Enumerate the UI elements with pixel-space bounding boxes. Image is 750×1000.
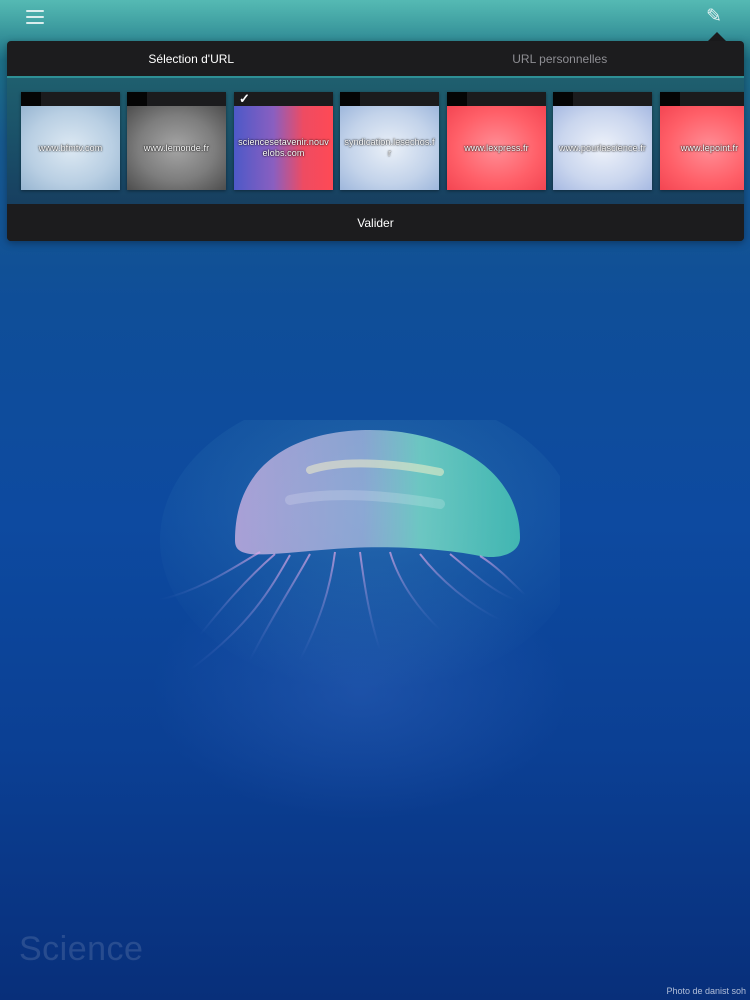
thumbnail-header	[553, 92, 652, 106]
tab-custom-urls[interactable]: URL personnelles	[376, 41, 745, 77]
thumbnail-preview: www.lepoint.fr	[660, 106, 744, 190]
url-thumbnail-lepoint[interactable]: www.lepoint.fr	[660, 92, 744, 190]
thumbnail-header: ✓	[234, 91, 333, 106]
url-thumbnail-lesechos[interactable]: syndication.lesechos.fr	[340, 92, 439, 190]
thumbnail-label: www.pourlascience.fr	[558, 142, 647, 153]
thumbnail-label: www.lexpress.fr	[464, 142, 529, 153]
tab-url-selection[interactable]: Sélection d'URL	[7, 41, 376, 77]
thumbnail-label: syndication.lesechos.fr	[344, 137, 435, 158]
url-thumbnail-strip[interactable]: www.bfmtv.com www.lemonde.fr ✓ sciencese…	[7, 78, 744, 204]
thumbnail-header	[447, 92, 546, 106]
thumbnail-preview: sciencesetavenir.nouvelobs.com	[234, 106, 333, 190]
thumbnail-corner	[447, 92, 467, 106]
category-title: Science	[19, 930, 144, 968]
validate-button[interactable]: Valider	[7, 204, 744, 241]
popover-tabs: Sélection d'URL URL personnelles	[7, 41, 744, 77]
thumbnail-header	[660, 92, 744, 106]
thumbnail-header	[127, 92, 226, 106]
url-thumbnail-lemonde[interactable]: www.lemonde.fr	[127, 92, 226, 190]
url-thumbnail-sciencesetavenir[interactable]: ✓ sciencesetavenir.nouvelobs.com	[234, 91, 333, 190]
pencil-edit-icon[interactable]: ✎	[703, 6, 725, 28]
thumbnail-corner	[21, 92, 41, 106]
popover-arrow	[708, 32, 726, 41]
check-icon: ✓	[239, 91, 250, 106]
thumbnail-label: sciencesetavenir.nouvelobs.com	[238, 137, 329, 158]
url-thumbnail-lexpress[interactable]: www.lexpress.fr	[447, 92, 546, 190]
jellyfish-background-image	[159, 420, 560, 690]
menu-line	[26, 10, 44, 12]
thumbnail-corner	[660, 92, 680, 106]
thumbnail-preview: www.bfmtv.com	[21, 106, 120, 190]
thumbnail-label: www.bfmtv.com	[38, 142, 103, 153]
thumbnail-corner	[553, 92, 573, 106]
thumbnail-header	[21, 92, 120, 106]
thumbnail-preview: www.lexpress.fr	[447, 106, 546, 190]
menu-line	[26, 16, 44, 18]
thumbnail-preview: www.lemonde.fr	[127, 106, 226, 190]
thumbnail-corner	[340, 92, 360, 106]
hamburger-menu-icon[interactable]	[26, 10, 44, 24]
thumbnail-corner	[127, 92, 147, 106]
url-thumbnail-pourlascience[interactable]: www.pourlascience.fr	[553, 92, 652, 190]
url-selection-popover: Sélection d'URL URL personnelles www.bfm…	[7, 41, 744, 241]
thumbnail-label: www.lemonde.fr	[143, 142, 210, 153]
url-thumbnail-bfmtv[interactable]: www.bfmtv.com	[21, 92, 120, 190]
thumbnail-preview: syndication.lesechos.fr	[340, 106, 439, 190]
thumbnail-header	[340, 92, 439, 106]
thumbnail-label: www.lepoint.fr	[680, 142, 739, 153]
menu-line	[26, 22, 44, 24]
photo-credit: Photo de danist soh	[666, 986, 746, 996]
thumbnail-preview: www.pourlascience.fr	[553, 106, 652, 190]
